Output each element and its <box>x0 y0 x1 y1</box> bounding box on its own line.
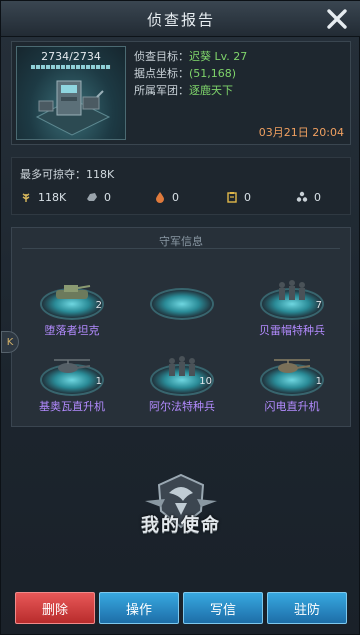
unit-name: 基奥瓦直升机 <box>39 400 105 413</box>
report-window: 侦查报告 2734/2734 侦查目标：迟葵 Lv. 27 据点坐标：(51,1… <box>0 0 360 635</box>
resource-ore-value: 0 <box>104 190 111 204</box>
mission-emblem[interactable]: 我的使命 <box>121 471 241 551</box>
write-mail-button[interactable]: 写信 <box>183 592 263 624</box>
legion-label: 所属军团： <box>134 84 189 97</box>
legion-name[interactable]: 逐鹿天下 <box>189 84 233 97</box>
garrison-title: 守军信息 <box>159 235 203 248</box>
unit-slot-3[interactable]: 7 贝雷帽特种兵 <box>242 274 342 344</box>
unit-name: 闪电直升机 <box>264 400 320 413</box>
close-icon[interactable] <box>325 7 349 31</box>
helicopter-icon <box>54 359 91 373</box>
soldier-squad-icon <box>279 280 305 300</box>
title-bar: 侦查报告 <box>1 1 360 37</box>
unit-name: 贝雷帽特种兵 <box>259 324 325 337</box>
resource-row: 118K 0 0 0 0 <box>20 189 346 205</box>
emblem-text: 我的使命 <box>141 515 221 536</box>
unit-name: 堕落者坦克 <box>44 324 100 337</box>
ore-icon <box>87 193 97 201</box>
unit-slot-2-empty <box>132 274 232 344</box>
unit-slot-5[interactable]: 10 阿尔法特种兵 <box>132 350 232 420</box>
unit-count: 1 <box>315 376 322 387</box>
target-name[interactable]: 迟葵 Lv. 27 <box>189 50 247 63</box>
crystal-icon <box>296 191 308 202</box>
delete-button[interactable]: 删除 <box>15 592 95 624</box>
unit-count: 7 <box>315 300 322 311</box>
unit-name: 阿尔法特种兵 <box>149 400 215 413</box>
supply-icon <box>227 192 237 203</box>
report-datetime: 03月21日 20:04 <box>258 126 344 139</box>
coords-link[interactable]: (51,168) <box>189 67 236 80</box>
base-image: 2734/2734 <box>16 46 126 140</box>
loot-panel: 最多可掠夺：118K 118K 0 0 0 0 <box>11 157 351 215</box>
unit-slot-4[interactable]: 1 基奥瓦直升机 <box>22 350 122 420</box>
wheat-icon <box>22 193 30 202</box>
resource-supply-value: 0 <box>244 190 251 204</box>
max-loot-label: 最多可掠夺：118K <box>20 168 115 181</box>
resource-food-value: 118K <box>38 190 67 204</box>
resource-food: 118K <box>20 189 66 205</box>
garrison-divider <box>22 248 340 249</box>
resource-crystal-value: 0 <box>314 190 321 204</box>
resource-oil-value: 0 <box>172 190 179 204</box>
unit-count: 10 <box>199 376 212 387</box>
garrison-button[interactable]: 驻防 <box>267 592 347 624</box>
page-title: 侦查报告 <box>146 11 215 29</box>
unit-count: 1 <box>95 376 102 387</box>
resource-crystal: 0 <box>296 189 321 205</box>
operate-button[interactable]: 操作 <box>99 592 179 624</box>
soldier-squad-icon <box>169 356 195 376</box>
coords-label: 据点坐标： <box>134 67 189 80</box>
unit-count: 2 <box>95 300 102 311</box>
resource-oil: 0 <box>154 189 179 205</box>
resource-ore: 0 <box>86 189 111 205</box>
headquarters-icon <box>35 80 111 136</box>
oil-icon <box>156 192 164 203</box>
target-label: 侦查目标： <box>134 50 189 63</box>
helicopter-icon <box>274 359 311 373</box>
resource-supply: 0 <box>226 189 251 205</box>
scout-summary-panel: 2734/2734 侦查目标：迟葵 Lv. 27 据点坐标：(51,168) 所… <box>11 41 351 145</box>
unit-slot-6[interactable]: 1 闪电直升机 <box>242 350 342 420</box>
unit-slot-1[interactable]: 2 堕落者坦克 <box>22 274 122 344</box>
action-bar: 删除 操作 写信 驻防 <box>11 592 351 626</box>
garrison-panel: 守军信息 2 堕落者坦克 7 贝雷帽特种兵 1 基奥瓦直升机 10 阿尔法特种兵… <box>11 227 351 427</box>
scout-info: 侦查目标：迟葵 Lv. 27 据点坐标：(51,168) 所属军团：逐鹿天下 <box>134 48 247 99</box>
tank-icon <box>56 285 91 299</box>
